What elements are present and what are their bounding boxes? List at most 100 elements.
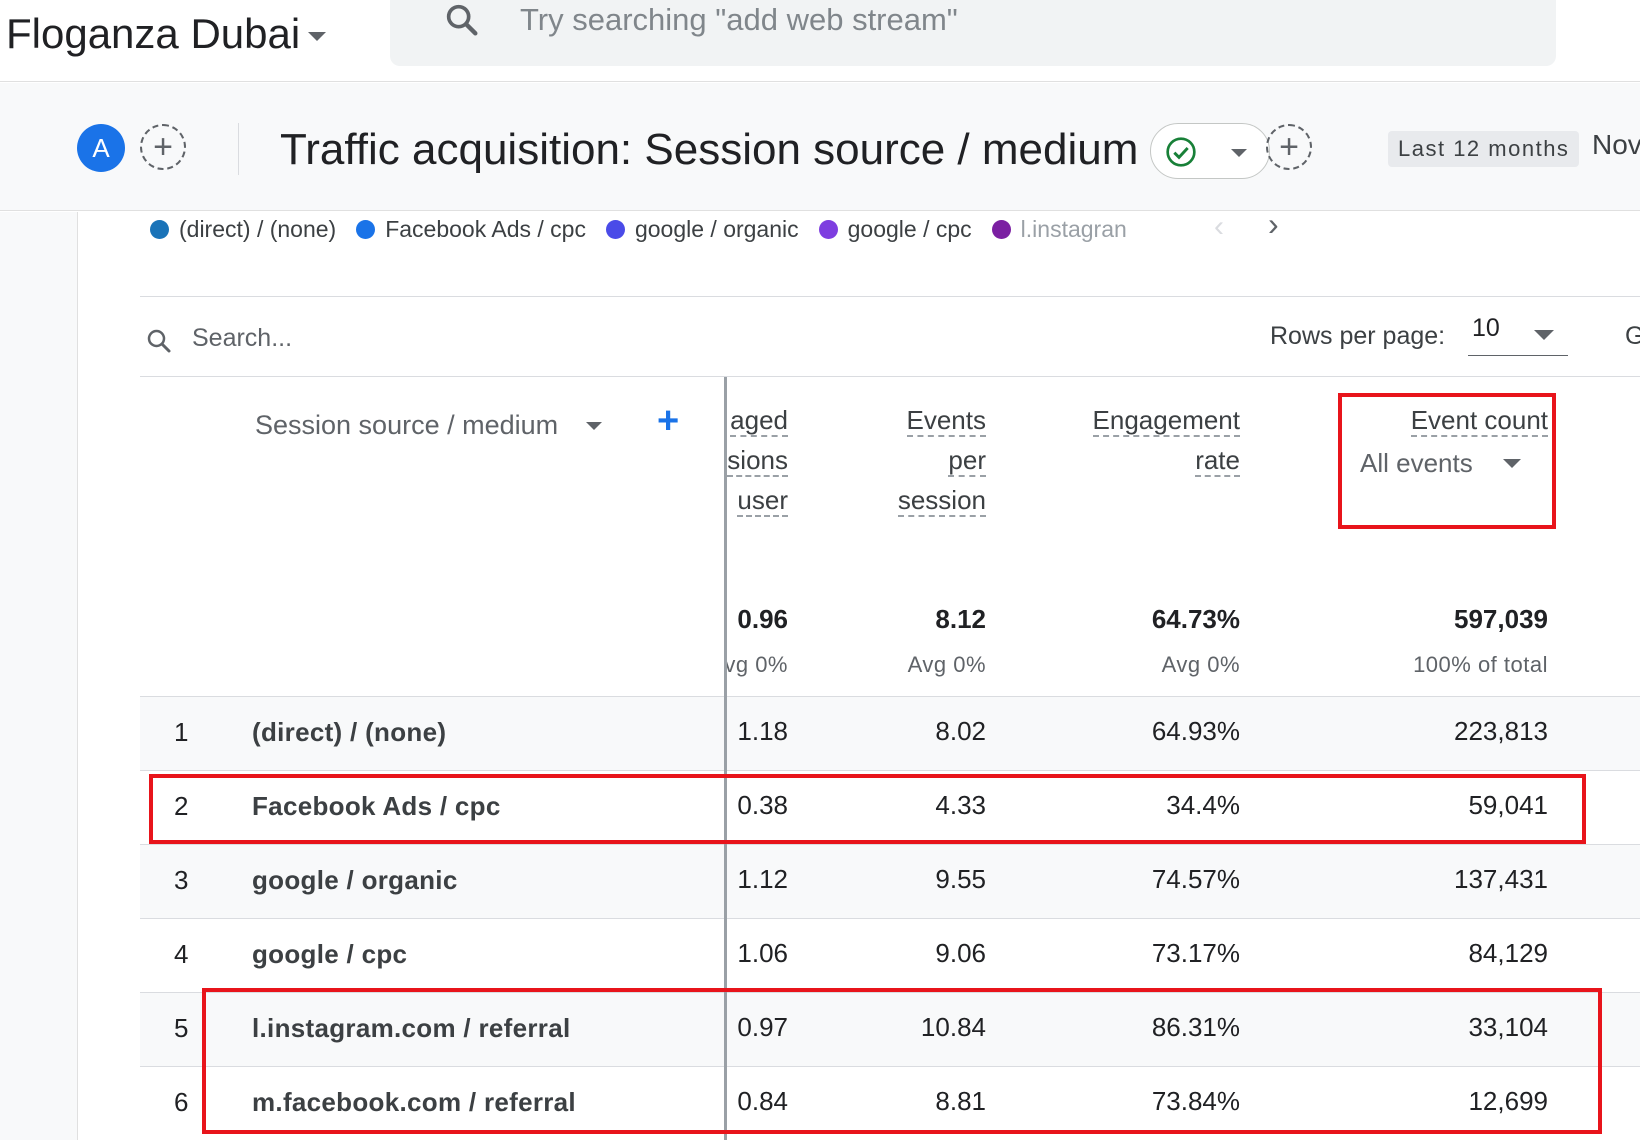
header-line: session bbox=[897, 485, 986, 517]
divider bbox=[140, 296, 1640, 297]
plus-icon: + bbox=[153, 128, 173, 166]
left-gutter bbox=[0, 212, 78, 1140]
metric-cell: 0.84 bbox=[737, 1086, 788, 1116]
metric-cell: 84,129 bbox=[1468, 938, 1548, 968]
metrics-scroll-area[interactable]: aged sions user Events per session Engag… bbox=[727, 377, 1640, 1140]
report-header: A + Traffic acquisition: Session source … bbox=[0, 83, 1640, 211]
column-header-engaged-sessions[interactable]: aged sions user bbox=[727, 400, 788, 520]
account-name: Floganza Dubai bbox=[6, 10, 301, 57]
header-line: Event count bbox=[1410, 405, 1548, 437]
metric-cell: 10.84 bbox=[920, 1012, 986, 1042]
legend-label: google / organic bbox=[634, 215, 799, 242]
metric-cell: 8.81 bbox=[935, 1086, 986, 1116]
total-value: 8.12 bbox=[935, 604, 986, 634]
legend-item[interactable]: (direct) / (none) bbox=[150, 216, 336, 243]
divider bbox=[238, 123, 239, 175]
metric-cell: 34.4% bbox=[1166, 790, 1240, 820]
legend-item[interactable]: Facebook Ads / cpc bbox=[356, 216, 586, 243]
row-index: 4 bbox=[174, 939, 189, 969]
row-dimension: m.facebook.com / referral bbox=[252, 1087, 576, 1117]
metric-cell: 1.18 bbox=[737, 716, 788, 746]
header-line: aged bbox=[730, 405, 788, 437]
chevron-down-icon bbox=[1502, 459, 1521, 468]
chevron-down-icon bbox=[308, 31, 327, 41]
goto-label: G bbox=[1625, 322, 1640, 350]
header-line: per bbox=[948, 445, 986, 477]
rows-per-page-value: 10 bbox=[1472, 314, 1500, 342]
date-range-label[interactable]: Last 12 months bbox=[1388, 131, 1580, 167]
metric-cell: 12,699 bbox=[1468, 1086, 1548, 1116]
global-search[interactable]: Try searching "add web stream" bbox=[390, 0, 1556, 66]
metric-cell: 64.93% bbox=[1151, 716, 1240, 746]
chevron-down-icon bbox=[1534, 330, 1554, 340]
total-subtext: 100% of total bbox=[1413, 652, 1548, 677]
metric-cell: 1.06 bbox=[737, 938, 788, 968]
legend-dot bbox=[150, 219, 169, 239]
row-index: 2 bbox=[174, 791, 189, 821]
metric-cell: 9.06 bbox=[935, 938, 986, 968]
search-icon bbox=[147, 329, 171, 353]
metric-cell: 59,041 bbox=[1468, 790, 1548, 820]
page-title: Traffic acquisition: Session source / me… bbox=[280, 125, 1139, 174]
account-selector[interactable]: Floganza Dubai bbox=[6, 10, 327, 58]
legend-label: (direct) / (none) bbox=[179, 215, 337, 242]
metric-cell: 8.02 bbox=[935, 716, 986, 746]
check-circle-icon bbox=[1166, 137, 1196, 167]
legend-label: google / cpc bbox=[847, 215, 972, 242]
row-index: 3 bbox=[174, 865, 189, 895]
add-comparison-button[interactable]: + bbox=[140, 124, 186, 170]
report-status-button[interactable] bbox=[1150, 123, 1270, 179]
legend-dot bbox=[991, 219, 1011, 239]
row-dimension: (direct) / (none) bbox=[252, 717, 447, 747]
column-header-events-per-session[interactable]: Events per session bbox=[800, 400, 986, 520]
metric-cell: 9.55 bbox=[935, 864, 986, 894]
row-dimension: google / organic bbox=[252, 865, 458, 895]
metrics-content: aged sions user Events per session Engag… bbox=[727, 377, 1640, 1140]
dimension-selector[interactable]: Session source / medium bbox=[255, 410, 603, 441]
total-subtext: Avg 0% bbox=[1161, 652, 1240, 677]
column-header-engagement-rate[interactable]: Engagement rate bbox=[1040, 400, 1240, 480]
legend-dot bbox=[605, 219, 625, 239]
rows-per-page-select[interactable]: 10 bbox=[1468, 314, 1568, 356]
header-line: rate bbox=[1195, 445, 1240, 477]
metric-cell: 137,431 bbox=[1454, 864, 1548, 894]
legend-prev-icon[interactable]: ‹ bbox=[1214, 210, 1224, 244]
table-search-input[interactable]: Search... bbox=[192, 324, 292, 353]
metric-cell: 73.84% bbox=[1151, 1086, 1240, 1116]
legend-dot bbox=[818, 219, 838, 239]
date-range-value[interactable]: Nov bbox=[1592, 129, 1640, 161]
legend-label: Facebook Ads / cpc bbox=[385, 215, 586, 242]
row-index: 1 bbox=[174, 717, 189, 747]
avatar[interactable]: A bbox=[77, 124, 125, 172]
metric-cell: 74.57% bbox=[1151, 864, 1240, 894]
row-index: 6 bbox=[174, 1087, 189, 1117]
add-dimension-icon[interactable]: + bbox=[657, 402, 679, 440]
column-header-event-count[interactable]: Event count bbox=[1300, 400, 1548, 440]
legend-item[interactable]: google / organic bbox=[605, 215, 799, 243]
search-placeholder: Try searching "add web stream" bbox=[520, 2, 958, 37]
add-button[interactable]: + bbox=[1266, 124, 1312, 170]
plus-icon: + bbox=[1279, 128, 1299, 166]
row-dimension: Facebook Ads / cpc bbox=[252, 791, 501, 821]
chevron-down-icon bbox=[1231, 149, 1247, 157]
metric-cell: 1.12 bbox=[737, 864, 788, 894]
legend-item[interactable]: l.instagran bbox=[991, 216, 1135, 243]
header-line: sions bbox=[727, 445, 788, 477]
metric-cell: 4.33 bbox=[935, 790, 986, 820]
metric-cell: 0.38 bbox=[737, 790, 788, 820]
dimension-header: Session source / medium bbox=[255, 410, 559, 440]
row-dimension: google / cpc bbox=[252, 939, 408, 969]
header-line: Events bbox=[906, 405, 986, 437]
legend-item[interactable]: google / cpc bbox=[818, 215, 972, 243]
event-filter-select[interactable]: All events bbox=[1360, 448, 1521, 479]
chevron-down-icon bbox=[586, 421, 603, 430]
metric-cell: 223,813 bbox=[1454, 716, 1548, 746]
legend-next-icon[interactable]: › bbox=[1268, 206, 1279, 243]
metric-cell: 0.97 bbox=[737, 1012, 788, 1042]
chart-legend: (direct) / (none) Facebook Ads / cpc goo… bbox=[150, 212, 1155, 246]
top-bar: Floganza Dubai Try searching "add web st… bbox=[0, 0, 1640, 82]
metric-cell: 73.17% bbox=[1151, 938, 1240, 968]
row-index: 5 bbox=[174, 1013, 189, 1043]
header-line: user bbox=[737, 485, 788, 517]
total-value: 0.96 bbox=[737, 604, 788, 634]
